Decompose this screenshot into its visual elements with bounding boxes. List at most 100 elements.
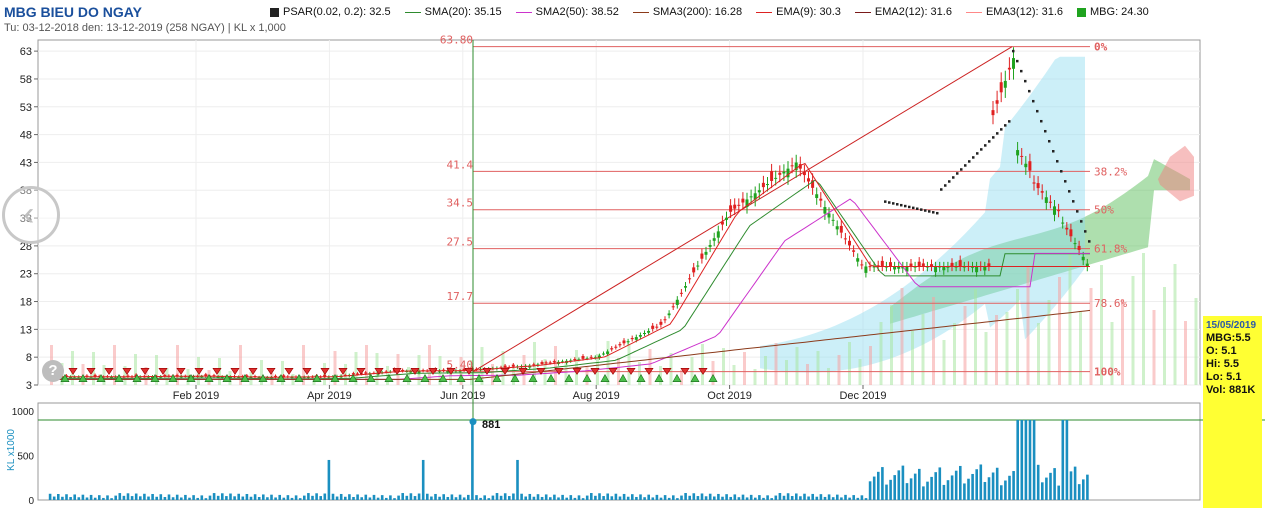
volume-bar <box>987 477 991 500</box>
price-volume-bar <box>1163 287 1166 385</box>
volume-bar <box>594 495 597 500</box>
volume-bar <box>368 497 372 500</box>
candle <box>766 184 769 186</box>
candle <box>737 204 741 206</box>
volume-bar <box>778 493 782 500</box>
volume-bar <box>725 494 728 500</box>
psar-dot <box>940 188 943 191</box>
volume-bar <box>536 494 540 500</box>
volume-bar <box>786 493 790 500</box>
volume-bar <box>790 496 794 500</box>
candle <box>942 266 946 271</box>
volume-bar <box>274 497 277 500</box>
volume-bar <box>1020 419 1024 500</box>
candle <box>999 82 1003 93</box>
candle <box>606 351 610 354</box>
volume-bar <box>130 496 134 500</box>
stock-chart[interactable]: 381318232833384348535863Feb 2019 Apr 2019… <box>0 0 1265 508</box>
candle <box>995 100 999 104</box>
psar-dot <box>956 172 959 175</box>
volume-bar <box>836 494 839 500</box>
sell-marker <box>284 368 294 375</box>
ichimoku-cloud-red <box>1158 145 1194 202</box>
volume-bar <box>811 493 814 500</box>
sell-marker <box>68 368 78 375</box>
psar-dot <box>1020 69 1023 73</box>
price-volume-bar <box>627 345 631 385</box>
volume-bar <box>192 495 195 500</box>
volume-bar <box>249 496 253 500</box>
volume-bar <box>774 495 778 500</box>
candle <box>802 172 806 176</box>
volume-bar <box>175 494 179 500</box>
candle <box>852 250 856 252</box>
volume-bar <box>754 497 757 500</box>
price-volume-bar <box>1152 310 1156 385</box>
price-volume-bar <box>1005 312 1009 385</box>
candle <box>1053 206 1056 215</box>
volume-bar <box>520 493 523 500</box>
volume-bar <box>467 494 470 500</box>
volume-bar <box>631 494 634 500</box>
candle <box>700 253 704 259</box>
volume-bar <box>323 493 327 500</box>
psar-dot <box>1060 170 1063 173</box>
volume-bar <box>528 493 532 500</box>
volume-bar <box>651 497 655 500</box>
psar-dot <box>928 210 931 213</box>
volume-bar <box>590 493 593 500</box>
volume-bar <box>672 495 675 500</box>
volume-bar <box>573 497 577 500</box>
volume-bar <box>200 495 204 500</box>
help-icon[interactable]: ? <box>42 360 64 382</box>
volume-bar <box>401 493 404 500</box>
candle <box>1003 80 1007 88</box>
price-volume-bar <box>1194 298 1198 385</box>
fib-pct-label: 61.8% <box>1094 243 1127 256</box>
info-symbol: MBG:5.5 <box>1206 332 1251 344</box>
price-volume-bar <box>785 360 788 385</box>
fib-pct-label: 100% <box>1094 366 1121 379</box>
candle <box>704 251 708 255</box>
previous-arrow-icon[interactable]: ‹ <box>2 186 60 244</box>
volume-bar <box>1004 480 1007 500</box>
volume-bar <box>918 468 921 500</box>
volume-bar <box>409 493 413 500</box>
volume-tick-label: 1000 <box>12 407 35 418</box>
x-tick-label: Apr 2019 <box>307 390 352 402</box>
volume-bar <box>204 498 208 500</box>
price-volume-bar <box>869 346 872 385</box>
volume-bar <box>1069 471 1073 500</box>
price-volume-bar <box>102 365 106 385</box>
volume-bar <box>995 467 999 500</box>
candle <box>729 205 733 212</box>
candle <box>548 362 552 364</box>
psar-dot <box>1008 120 1011 123</box>
price-volume-bar <box>953 323 956 385</box>
volume-bar <box>1057 485 1060 500</box>
price-volume-bar <box>648 349 652 385</box>
info-high: Hi: 5.5 <box>1206 358 1240 370</box>
volume-bar <box>417 493 421 500</box>
volume-bar <box>557 497 560 500</box>
psar-dot <box>964 164 967 167</box>
volume-bar <box>610 496 614 500</box>
volume-bar <box>216 495 220 500</box>
volume-bar <box>598 493 601 500</box>
sell-marker <box>320 368 330 375</box>
volume-bar <box>52 496 56 500</box>
psar-dot <box>1052 150 1055 153</box>
volume-bar <box>684 493 687 500</box>
candle <box>663 319 667 321</box>
psar-dot <box>988 140 991 143</box>
volume-bar <box>315 493 318 500</box>
volume-bar <box>860 495 864 500</box>
candle <box>880 260 884 267</box>
volume-bar <box>622 493 626 500</box>
volume-bar <box>1028 419 1032 500</box>
psar-dot <box>1028 89 1031 93</box>
price-volume-bar <box>554 346 557 385</box>
volume-bar <box>881 467 884 500</box>
buy-marker <box>672 374 682 382</box>
volume-bar <box>565 497 568 500</box>
